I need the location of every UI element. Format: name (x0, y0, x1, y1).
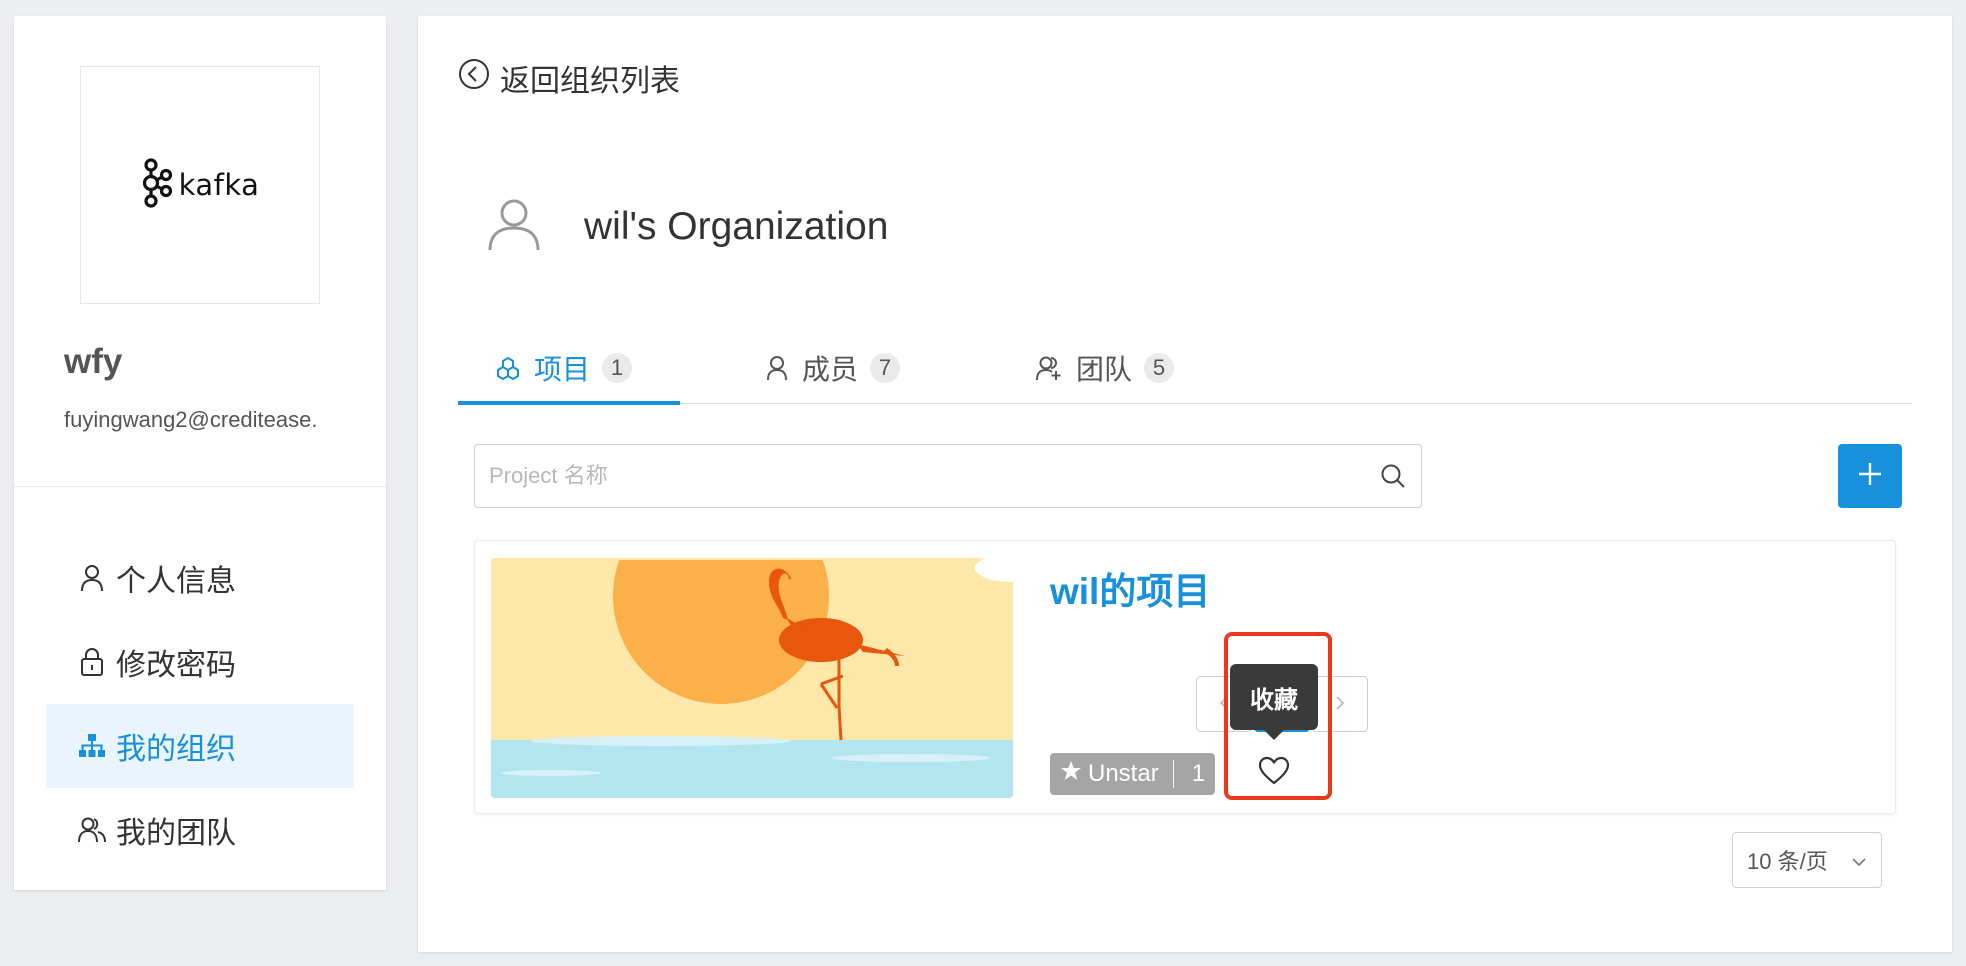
org-logo: kafka (80, 66, 320, 304)
chevron-right-icon (1334, 691, 1346, 717)
org-tabs: 项目 1 成员 7 团队 5 (458, 332, 1912, 405)
sidebar-item-profile[interactable]: 个人信息 (46, 536, 354, 620)
page-size-value: 10 条/页 (1747, 849, 1828, 874)
project-title[interactable]: wil的项目 (1050, 561, 1210, 615)
sidebar-item-label: 我的团队 (116, 817, 236, 850)
favorite-tooltip: 收藏 (1230, 664, 1318, 740)
project-search-input[interactable] (489, 445, 1365, 507)
user-email: fuyingwang2@creditease. (64, 407, 318, 432)
tab-active-indicator (458, 401, 680, 405)
org-avatar-icon (486, 196, 542, 257)
tab-projects[interactable]: 项目 1 (496, 332, 633, 404)
org-tree-icon (78, 731, 106, 761)
team-add-icon (1036, 355, 1062, 381)
sidebar-item-label: 我的组织 (116, 733, 236, 766)
org-name: wil's Organization (584, 204, 889, 248)
project-icon (496, 356, 520, 380)
sidebar-item-my-teams[interactable]: 我的团队 (46, 788, 354, 872)
kafka-logo-icon (141, 157, 173, 213)
star-divider (1172, 760, 1174, 788)
back-circle-icon (458, 58, 490, 98)
project-search (474, 444, 1422, 508)
lock-icon (78, 647, 106, 677)
tab-teams[interactable]: 团队 5 (1036, 332, 1175, 404)
org-header: wil's Organization (486, 196, 888, 257)
tab-label: 项目 (534, 354, 591, 385)
sidebar-menu: 个人信息 修改密码 我的组织 我的团队 (46, 536, 354, 872)
project-card[interactable]: wil的项目 Unstar 1 (474, 540, 1896, 814)
star-label: Unstar (1088, 760, 1159, 787)
sidebar-item-label: 个人信息 (116, 565, 236, 598)
tab-label: 成员 (802, 354, 859, 385)
tab-count-badge: 5 (1144, 353, 1175, 383)
plus-icon (1857, 461, 1883, 492)
page-size-select[interactable]: 10 条/页 (1732, 832, 1882, 888)
user-name: wfy (64, 342, 123, 381)
project-cover-image[interactable] (491, 558, 1013, 798)
tab-count-badge: 1 (602, 353, 633, 383)
sidebar-item-label: 修改密码 (116, 649, 236, 682)
team-icon (78, 815, 106, 845)
sidebar-divider (14, 486, 386, 487)
sidebar-item-password[interactable]: 修改密码 (46, 620, 354, 704)
sidebar: kafka wfy fuyingwang2@creditease. 个人信息 修… (14, 16, 386, 890)
main-panel: 返回组织列表 wil's Organization 项目 1 成员 7 团队 5… (418, 16, 1952, 952)
tab-count-badge: 7 (870, 353, 901, 383)
sidebar-item-my-orgs[interactable]: 我的组织 (46, 704, 354, 788)
tab-label: 团队 (1076, 354, 1133, 385)
back-link-label: 返回组织列表 (500, 65, 680, 98)
star-icon (1060, 760, 1082, 789)
user-icon (78, 563, 106, 593)
chevron-down-icon (1851, 847, 1867, 873)
add-project-button[interactable] (1838, 444, 1902, 508)
member-icon (766, 355, 788, 381)
star-count: 1 (1191, 760, 1206, 787)
kafka-logo-text: kafka (178, 168, 260, 202)
search-icon[interactable] (1365, 463, 1421, 489)
heart-icon (1258, 756, 1290, 791)
tab-members[interactable]: 成员 7 (766, 332, 901, 404)
unstar-button[interactable]: Unstar 1 (1050, 753, 1216, 795)
favorite-button[interactable] (1256, 756, 1292, 790)
back-to-org-list-link[interactable]: 返回组织列表 (458, 56, 680, 100)
